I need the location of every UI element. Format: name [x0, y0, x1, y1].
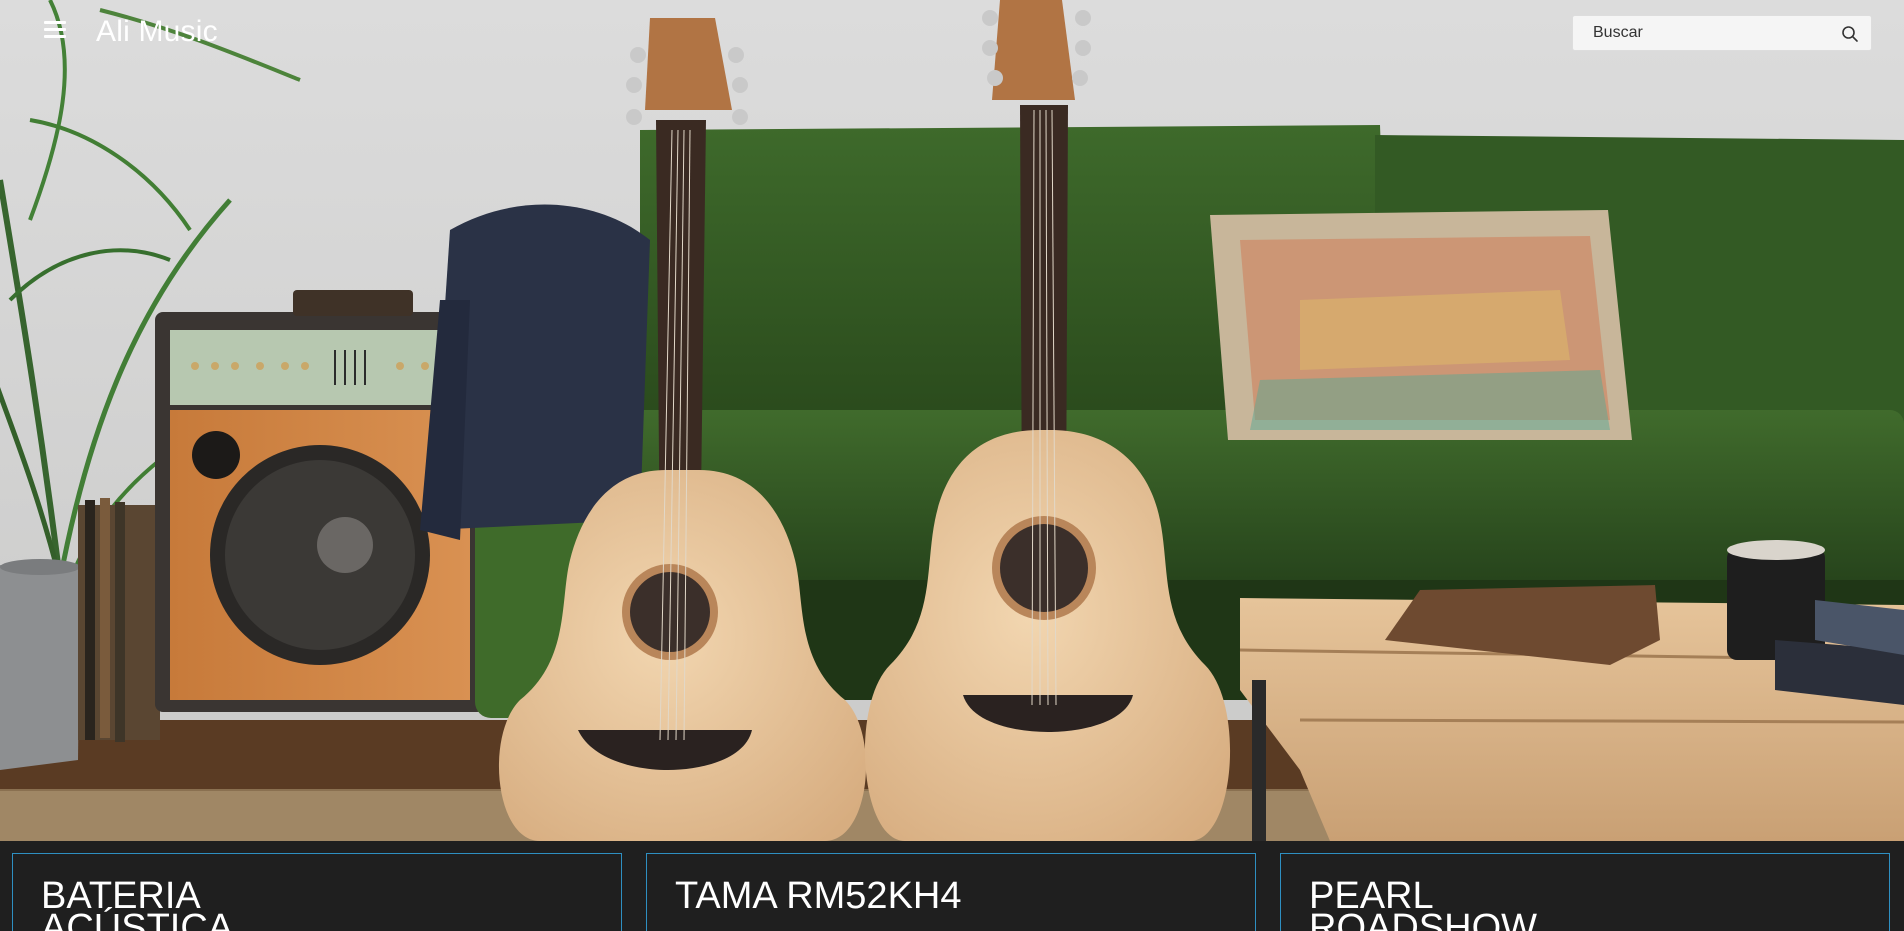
- menu-bar-line: [44, 35, 66, 38]
- product-card-title: TAMA RM52KH4: [675, 875, 962, 917]
- product-card[interactable]: BATERIA ACÚSTICA: [12, 853, 622, 931]
- search-input[interactable]: [1573, 16, 1833, 50]
- product-card[interactable]: TAMA RM52KH4: [646, 853, 1256, 931]
- hero-photo-guitars: [0, 0, 1904, 841]
- product-card-title: BATERIA ACÚSTICA: [41, 875, 234, 931]
- search-box: [1572, 15, 1872, 51]
- brand-logo-link[interactable]: Ali Music: [96, 14, 218, 50]
- hero-image: [0, 0, 1904, 841]
- product-card-title: PEARL ROADSHOW: [1309, 875, 1537, 931]
- search-icon[interactable]: [1839, 23, 1861, 45]
- product-card[interactable]: PEARL ROADSHOW: [1280, 853, 1890, 931]
- menu-bar-line: [44, 21, 66, 24]
- top-navbar: Ali Music: [0, 0, 1904, 64]
- product-cards-row: BATERIA ACÚSTICA TAMA RM52KH4 PEARL ROAD…: [0, 841, 1904, 931]
- menu-bar-line: [44, 28, 66, 31]
- hamburger-menu-icon[interactable]: [42, 18, 68, 40]
